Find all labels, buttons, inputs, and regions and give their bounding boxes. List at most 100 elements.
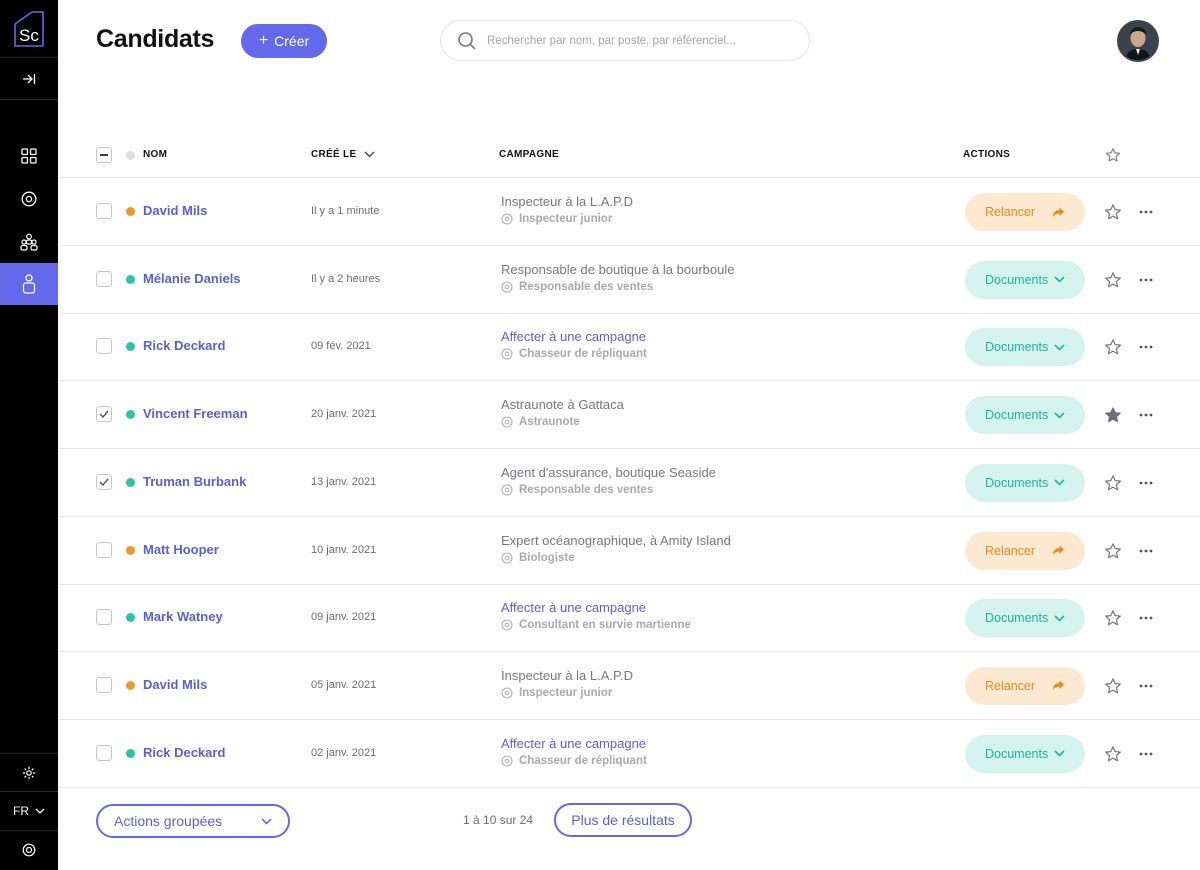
relancer-button[interactable]: Relancer	[965, 666, 1085, 705]
header-created[interactable]: CRÉÉ LE	[311, 149, 375, 160]
support-button[interactable]	[0, 830, 58, 868]
table-row[interactable]: Rick Deckard 09 fév. 2021 Affecter à une c…	[58, 313, 1200, 382]
star-outline-icon[interactable]	[1105, 147, 1121, 163]
table-row[interactable]: David Mils 05 janv. 2021 Inspecteur à la L…	[58, 652, 1200, 720]
chevron-down-icon	[1054, 344, 1065, 351]
more-options-button[interactable]	[1136, 744, 1156, 764]
more-results-button[interactable]: Plus de résultats	[554, 803, 692, 837]
create-button[interactable]: + Créer	[241, 24, 327, 58]
more-options-button[interactable]	[1136, 676, 1156, 696]
group-actions-dropdown[interactable]: Actions groupées	[96, 804, 290, 838]
row-checkbox[interactable]	[96, 203, 112, 219]
table-row[interactable]: Matt Hooper 10 janv. 2021 Expert océanogra…	[58, 517, 1200, 585]
candidate-icon	[22, 274, 36, 294]
more-options-button[interactable]	[1136, 541, 1156, 561]
header-campaign-label: CAMPAGNE	[499, 149, 559, 160]
language-selector[interactable]: FR	[0, 791, 58, 829]
row-checkbox[interactable]	[96, 338, 112, 355]
relancer-button[interactable]: Relancer	[965, 531, 1085, 570]
campaign-role-label: Biologiste	[519, 551, 575, 564]
candidate-name-link[interactable]: Matt Hooper	[143, 542, 219, 557]
campaign-role-label: Chasseur de répliquant	[519, 754, 647, 767]
star-outline-icon[interactable]	[1104, 338, 1122, 356]
table-row[interactable]: Mark Watney 09 janv. 2021 Affecter à une c…	[58, 584, 1200, 653]
dashboard-icon	[21, 148, 37, 164]
settings-button[interactable]	[0, 753, 58, 791]
header-actions-label: ACTIONS	[963, 149, 1011, 160]
star-outline-icon[interactable]	[1104, 203, 1122, 221]
candidate-name-link[interactable]: David Mils	[143, 203, 207, 218]
sidebar-item-dashboard[interactable]	[0, 135, 58, 177]
table-row[interactable]: Truman Burbank 13 janv. 2021 Agent d'assur…	[58, 449, 1200, 517]
app-logo[interactable]: Sc	[0, 0, 58, 58]
sidebar-item-campaigns[interactable]	[0, 178, 58, 220]
more-options-button[interactable]	[1136, 473, 1156, 493]
documents-button[interactable]: Documents	[965, 328, 1085, 367]
row-checkbox[interactable]	[96, 676, 112, 693]
campaign-title: Expert océanographique, à Amity Island	[501, 532, 731, 548]
header-campaign[interactable]: CAMPAGNE	[499, 149, 559, 160]
row-checkbox[interactable]	[96, 609, 112, 626]
candidate-name-link[interactable]: Mélanie Daniels	[143, 271, 241, 286]
more-options-button[interactable]	[1136, 202, 1156, 222]
star-outline-icon[interactable]	[1104, 542, 1122, 560]
row-checkbox[interactable]	[96, 270, 112, 287]
ellipsis-icon	[1139, 616, 1153, 620]
table-row[interactable]: Vincent Freeman 20 janv. 2021 Astraunote à…	[58, 381, 1200, 450]
table-row[interactable]: Mélanie Daniels Il y a 2 heures Responsabl…	[58, 246, 1200, 314]
campaign-title: Inspecteur à la L.A.P.D	[501, 667, 634, 683]
status-header-dot	[126, 151, 135, 160]
assign-campaign-link[interactable]: Affecter à une campagne	[501, 600, 646, 615]
assign-campaign-link[interactable]: Affecter à une campagne	[501, 329, 646, 344]
header-name[interactable]: NOM	[143, 149, 167, 160]
target-icon	[21, 191, 37, 207]
target-icon	[501, 213, 513, 225]
table-row[interactable]: Rick Deckard 02 janv. 2021 Affecter à une …	[58, 720, 1200, 788]
more-options-button[interactable]	[1136, 608, 1156, 628]
assign-campaign-link[interactable]: Affecter à une campagne	[501, 736, 646, 751]
table-row[interactable]: David Mils Il y a 1 minute Inspecteur à la…	[58, 178, 1200, 246]
more-options-button[interactable]	[1136, 405, 1156, 425]
documents-button[interactable]: Documents	[965, 396, 1085, 435]
status-dot	[126, 748, 135, 758]
select-all-checkbox[interactable]	[96, 147, 112, 163]
more-options-button[interactable]	[1136, 337, 1156, 357]
candidate-name-link[interactable]: David Mils	[143, 677, 207, 692]
star-outline-icon[interactable]	[1104, 677, 1122, 695]
pagination-status: 1 à 10 sur 24	[463, 813, 534, 827]
created-date: 09 fév. 2021	[311, 340, 371, 353]
candidate-name-link[interactable]: Rick Deckard	[143, 745, 225, 760]
search-input[interactable]	[487, 34, 777, 47]
campaign-role: Responsable des ventes	[501, 281, 653, 293]
relancer-button[interactable]: Relancer	[965, 193, 1085, 231]
star-outline-icon[interactable]	[1104, 745, 1122, 763]
documents-button[interactable]: Documents	[965, 734, 1085, 773]
row-checkbox[interactable]	[96, 744, 112, 761]
row-checkbox[interactable]	[96, 473, 112, 490]
user-avatar[interactable]	[1117, 20, 1159, 62]
documents-button[interactable]: Documents	[965, 599, 1085, 638]
documents-button[interactable]: Documents	[965, 260, 1085, 299]
candidate-name-link[interactable]: Vincent Freeman	[143, 406, 248, 421]
star-outline-icon[interactable]	[1104, 474, 1122, 492]
sidebar-item-team[interactable]	[0, 221, 58, 263]
candidate-name-link[interactable]: Truman Burbank	[143, 474, 246, 489]
sidebar-item-candidates[interactable]	[0, 263, 58, 305]
campaign-role: Inspecteur junior	[501, 213, 612, 225]
more-options-button[interactable]	[1136, 270, 1156, 290]
candidate-name-link[interactable]: Mark Watney	[143, 609, 223, 624]
chevron-down-icon	[1054, 479, 1065, 486]
star-outline-icon[interactable]	[1104, 609, 1122, 627]
row-checkbox[interactable]	[96, 541, 112, 558]
page-title: Candidats	[96, 25, 215, 53]
action-label: Documents	[985, 611, 1049, 626]
star-filled-icon[interactable]	[1104, 406, 1122, 424]
candidate-name-link[interactable]: Rick Deckard	[143, 338, 225, 353]
collapse-sidebar-button[interactable]	[0, 58, 58, 100]
star-outline-icon[interactable]	[1104, 271, 1122, 289]
documents-button[interactable]: Documents	[965, 463, 1085, 502]
ellipsis-icon	[1139, 210, 1153, 214]
search-bar[interactable]	[440, 20, 810, 61]
row-checkbox[interactable]	[96, 406, 112, 423]
campaign-role: Biologiste	[501, 552, 575, 564]
